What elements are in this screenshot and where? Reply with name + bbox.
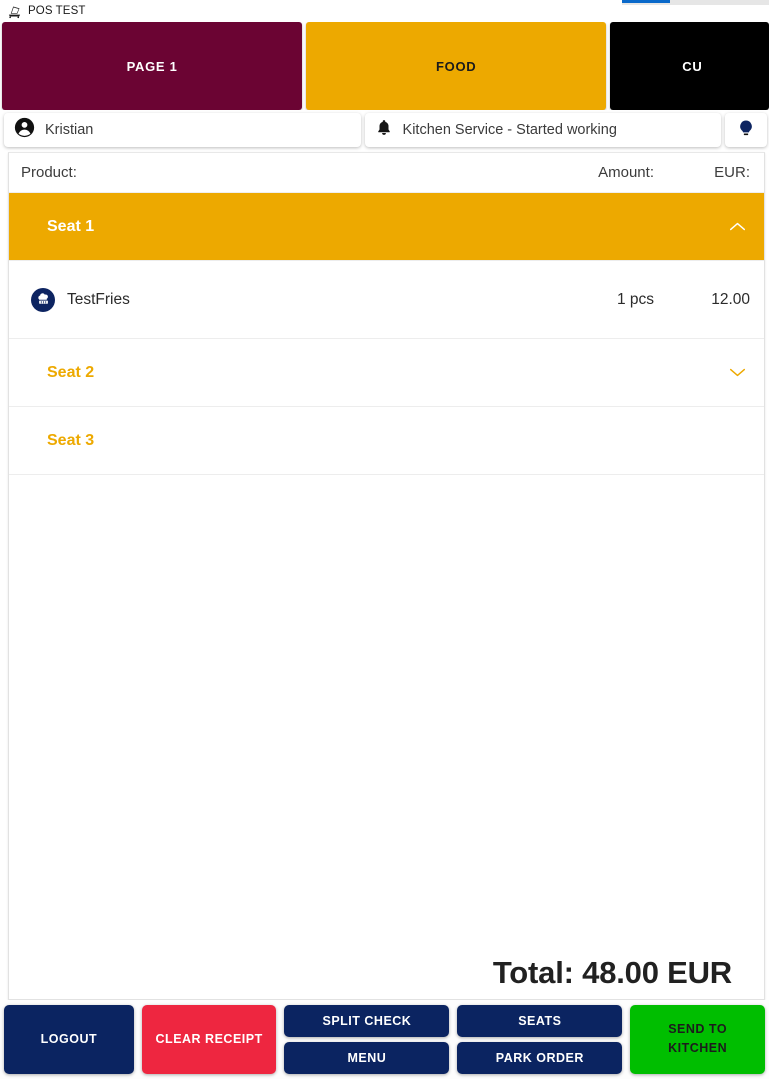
receipt-item-row[interactable]: TestFries 1 pcs 12.00 [9,261,764,339]
page-tab-food[interactable]: FOOD [306,22,606,110]
clear-receipt-button[interactable]: CLEAR RECEIPT [142,1005,277,1074]
seat-header-seat-1[interactable]: Seat 1 [9,193,764,261]
send-to-kitchen-label-line2: KITCHEN [668,1039,727,1058]
clear-receipt-button-label: CLEAR RECEIPT [156,1032,263,1046]
page-tab-bar: PAGE 1 FOOD CU [0,22,769,110]
pos-terminal-icon [6,3,22,19]
logout-button[interactable]: LOGOUT [4,1005,134,1074]
account-circle-icon [14,117,35,143]
chevron-up-icon [728,218,746,236]
lightbulb-icon [736,118,756,142]
seat-header-seat-2[interactable]: Seat 2 [9,339,764,407]
seat-label: Seat 2 [47,364,728,382]
kitchen-status-field[interactable]: Kitchen Service - Started working [365,113,722,147]
menu-button-label: MENU [348,1051,387,1065]
chevron-down-icon [728,364,746,382]
receipt-item-name: TestFries [67,291,504,309]
seat-header-seat-3[interactable]: Seat 3 [9,407,764,475]
seat-label: Seat 1 [47,218,728,236]
menu-button[interactable]: MENU [284,1042,449,1074]
park-order-button-label: PARK ORDER [496,1051,584,1065]
send-to-kitchen-button[interactable]: SEND TO KITCHEN [630,1005,765,1074]
page-tab-label: CU [682,59,702,74]
lightbulb-button[interactable] [725,113,767,147]
operator-status-bar: Kristian Kitchen Service - Started worki… [0,110,769,152]
page-tab-cu[interactable]: CU [610,22,769,110]
operator-user-field[interactable]: Kristian [4,113,361,147]
send-to-kitchen-label-line1: SEND TO [668,1020,727,1039]
split-check-button-label: SPLIT CHECK [323,1014,412,1028]
receipt-item-amount: 1 pcs [504,291,654,309]
column-header-product: Product: [21,164,504,181]
park-order-button[interactable]: PARK ORDER [457,1042,622,1074]
action-button-bar: LOGOUT CLEAR RECEIPT SPLIT CHECK MENU SE… [0,1000,769,1079]
receipt-total: Total: 48.00 EUR [493,955,732,991]
seat-label: Seat 3 [47,432,728,450]
page-tab-page-1[interactable]: PAGE 1 [2,22,302,110]
page-tab-label: FOOD [436,59,476,74]
page-tab-label: PAGE 1 [127,59,178,74]
logout-button-label: LOGOUT [41,1032,97,1046]
window-title-bar: POS TEST [0,0,769,22]
chef-hat-icon [31,288,55,312]
pos-application-window: POS TEST PAGE 1 FOOD CU Kristian [0,0,769,1079]
split-check-button[interactable]: SPLIT CHECK [284,1005,449,1037]
receipt-line-list: Seat 1 TestFries 1 pcs 12.00 [9,193,764,947]
seats-button[interactable]: SEATS [457,1005,622,1037]
operator-user-name: Kristian [45,122,93,138]
column-header-currency: EUR: [654,164,750,181]
split-menu-button-column: SPLIT CHECK MENU [284,1005,449,1074]
seat-3-chevron-placeholder [728,432,746,450]
kitchen-status-text: Kitchen Service - Started working [403,122,617,138]
window-title: POS TEST [28,5,85,17]
bell-icon [375,118,393,142]
receipt-item-price: 12.00 [654,291,750,309]
seats-button-label: SEATS [518,1014,561,1028]
receipt-total-bar: Total: 48.00 EUR [9,947,764,999]
receipt-column-headers: Product: Amount: EUR: [9,153,764,193]
seats-park-button-column: SEATS PARK ORDER [457,1005,622,1074]
column-header-amount: Amount: [504,164,654,181]
tab-scroll-indicator[interactable] [622,0,769,5]
receipt-panel: Product: Amount: EUR: Seat 1 [8,152,765,1000]
